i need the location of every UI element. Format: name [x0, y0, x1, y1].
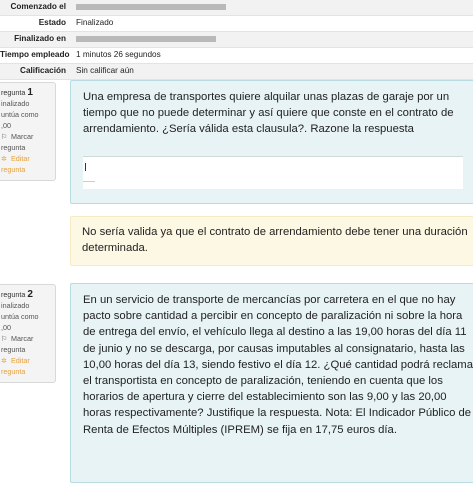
question-1-info: regunta 1 inalizado untúa como ,00 ⚐ Marc… [0, 82, 56, 181]
question-1-text-box: Una empresa de transportes quiere alquil… [70, 80, 473, 204]
flag-icon: ⚐ [1, 132, 8, 141]
feedback-text: No sería valida ya que el contrato de ar… [82, 226, 468, 254]
answer-textarea[interactable] [83, 155, 463, 189]
summary-row-started: Comenzado el [0, 0, 473, 16]
summary-label: Finalizado en [14, 34, 66, 43]
gear-icon: ✲ [1, 356, 8, 365]
divider [83, 180, 95, 182]
question-state: inalizado [1, 99, 30, 108]
flag-icon: ⚐ [1, 334, 8, 343]
gear-icon: ✲ [1, 154, 8, 163]
summary-row-finished: Finalizado en [0, 32, 473, 48]
question-2-text-box: En un servicio de transporte de mercancí… [70, 283, 473, 483]
summary-row-state: Estado Finalizado [0, 16, 473, 32]
summary-label: Calificación [20, 66, 66, 75]
summary-value: 1 minutos 26 segundos [76, 50, 161, 59]
question-number: regunta 1 [1, 87, 33, 98]
summary-value: Finalizado [76, 18, 114, 27]
summary-label: Tiempo empleado [0, 50, 70, 59]
summary-row-grade: Calificación Sin calificar aún [0, 64, 473, 80]
question-text: En un servicio de transporte de mercancí… [83, 294, 473, 436]
summary-label: Comenzado el [10, 2, 66, 11]
edit-question-link[interactable]: ✲ Editar regunta [1, 355, 55, 377]
text-cursor [85, 162, 86, 171]
flag-question-link[interactable]: ⚐ Marcar regunta [1, 131, 55, 153]
question-state: inalizado [1, 301, 30, 310]
summary-value-redacted [72, 32, 216, 47]
edit-question-link[interactable]: ✲ Editar regunta [1, 153, 55, 175]
summary-value-redacted [72, 0, 226, 15]
summary-label: Estado [38, 18, 66, 27]
attempt-summary-table: Comenzado el Estado Finalizado Finalizad… [0, 0, 473, 80]
question-1-feedback: No sería valida ya que el contrato de ar… [70, 216, 473, 266]
question-2-info: regunta 2 inalizado untúa como ,00 ⚐ Marc… [0, 284, 56, 383]
summary-value: Sin calificar aún [76, 66, 134, 75]
summary-row-time: Tiempo empleado 1 minutos 26 segundos [0, 48, 473, 64]
question-number: regunta 2 [1, 289, 33, 300]
question-mark: untúa como ,00 [1, 110, 39, 130]
question-text: Una empresa de transportes quiere alquil… [83, 91, 454, 136]
question-mark: untúa como ,00 [1, 312, 39, 332]
flag-question-link[interactable]: ⚐ Marcar regunta [1, 333, 55, 355]
